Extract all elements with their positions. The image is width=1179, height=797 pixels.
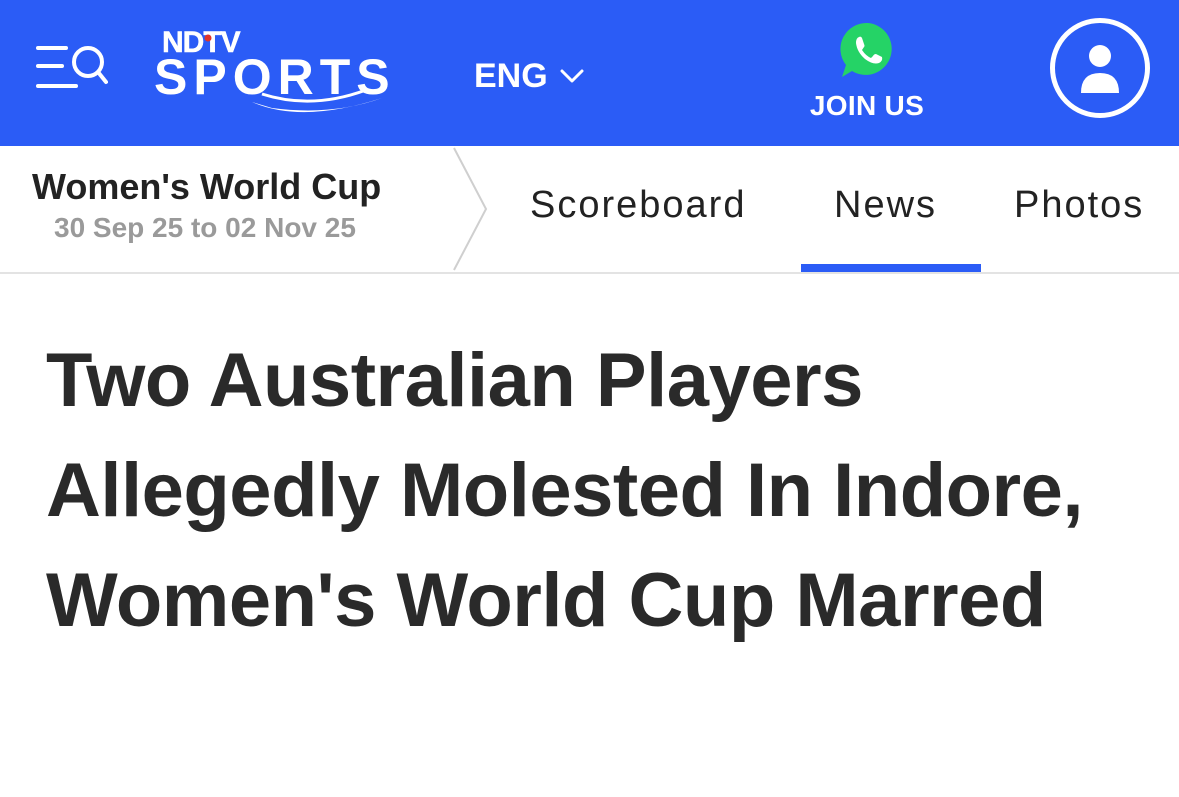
tournament-info[interactable]: Women's World Cup 30 Sep 25 to 02 Nov 25 xyxy=(32,166,452,244)
join-us-button[interactable]: JOIN US xyxy=(802,18,932,128)
tab-news[interactable]: News xyxy=(834,184,937,227)
language-selector[interactable]: ENG xyxy=(474,56,584,96)
top-header: NDTV SPORTS ENG JOIN US xyxy=(0,0,1179,146)
tournament-dates: 30 Sep 25 to 02 Nov 25 xyxy=(54,212,356,243)
article-headline: Two Australian Players Allegedly Moleste… xyxy=(46,338,1084,643)
ndtv-sports-logo[interactable]: NDTV SPORTS xyxy=(152,24,452,120)
join-us-label: JOIN US xyxy=(809,90,925,121)
tournament-title: Women's World Cup xyxy=(32,166,382,207)
active-tab-indicator xyxy=(801,264,981,272)
chevron-down-icon xyxy=(560,69,584,83)
language-label: ENG xyxy=(474,56,548,95)
whatsapp-icon xyxy=(840,22,892,77)
tournament-nav: Women's World Cup 30 Sep 25 to 02 Nov 25… xyxy=(0,146,1179,274)
menu-search-icon[interactable] xyxy=(36,42,108,94)
tab-photos[interactable]: Photos xyxy=(1014,184,1144,227)
tab-scoreboard[interactable]: Scoreboard xyxy=(530,184,746,227)
user-icon xyxy=(1081,45,1119,93)
user-profile-button[interactable] xyxy=(1050,18,1150,118)
chevron-separator-icon xyxy=(453,147,488,271)
